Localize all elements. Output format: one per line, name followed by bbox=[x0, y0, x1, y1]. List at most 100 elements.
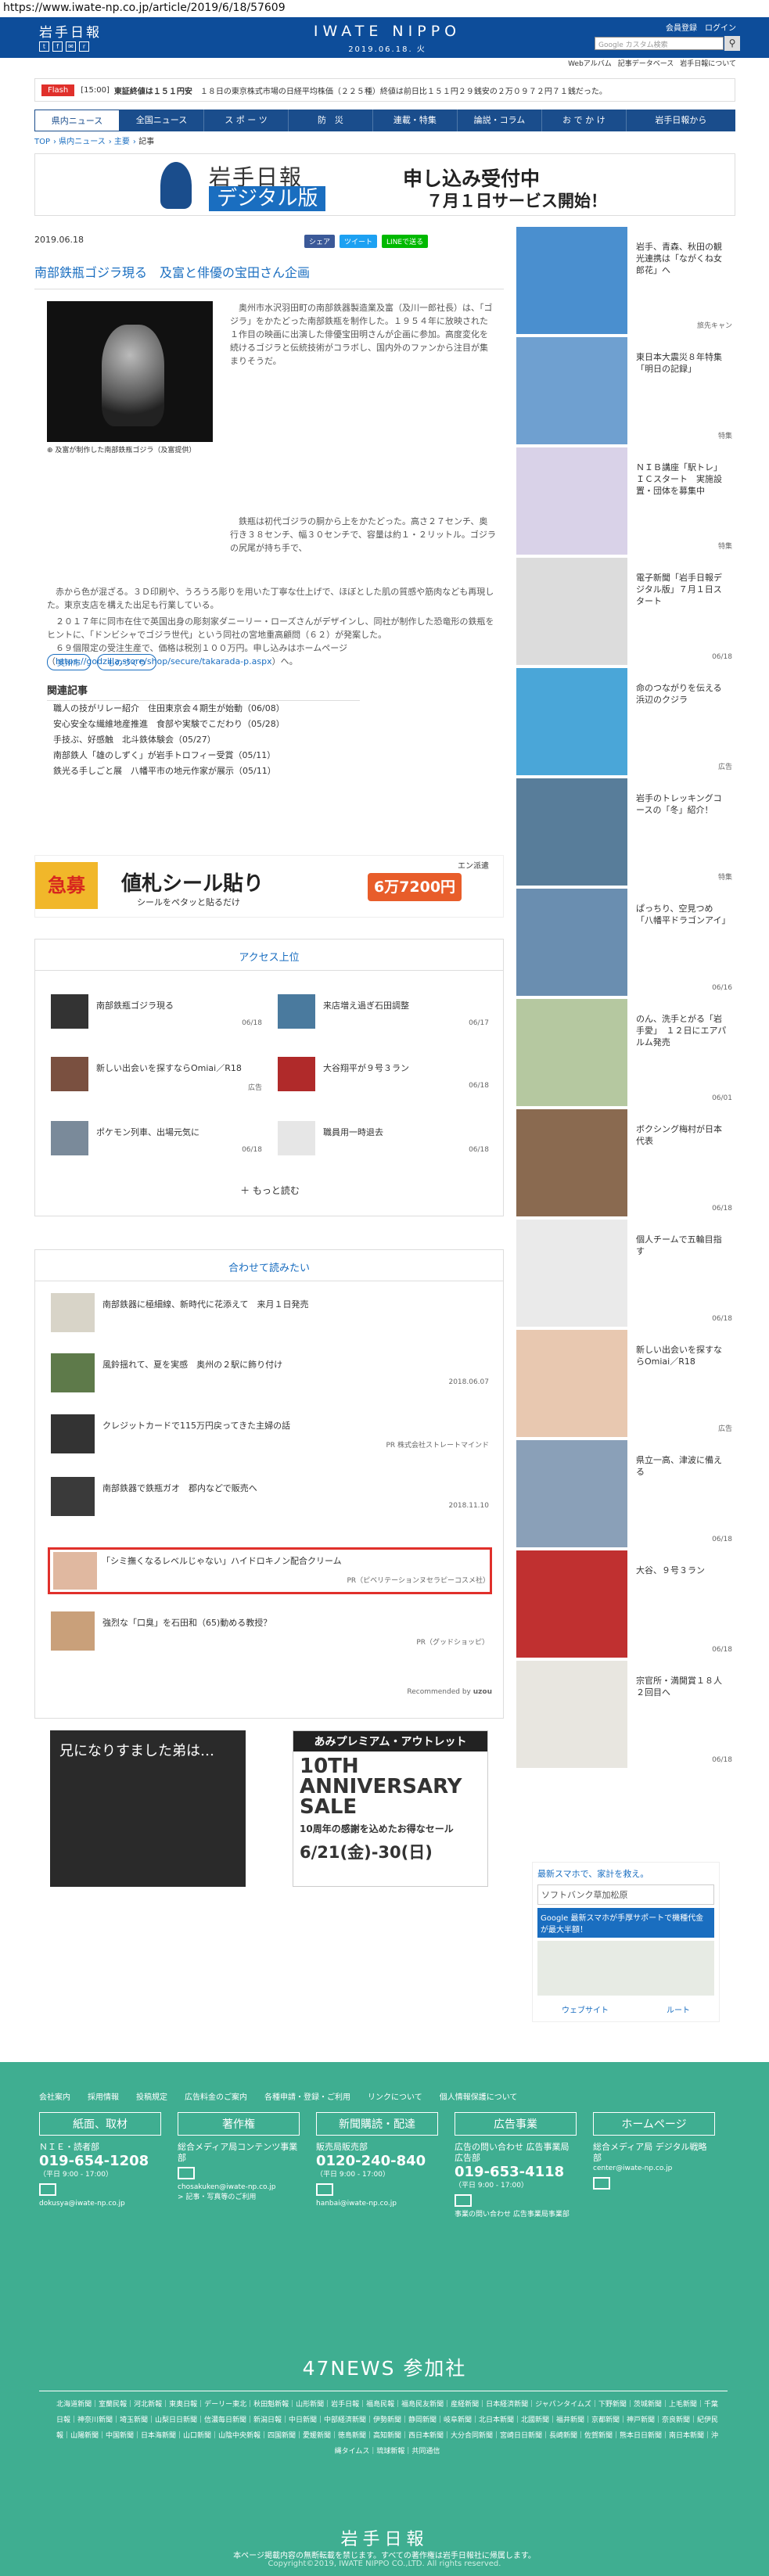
highlighted-recommend-item[interactable]: 「シミ撫くなるレベルじゃない」ハイドロキノン配合クリーム PR（ピベリテーションヌ… bbox=[48, 1547, 492, 1594]
sidebar-item[interactable]: 大谷、９号３ラン 06/18 bbox=[516, 1550, 735, 1660]
facebook-share-button[interactable]: シェア bbox=[304, 235, 336, 248]
footer-contact-mail[interactable]: chosakuken@iwate-np.co.jp bbox=[178, 2183, 300, 2193]
member-links[interactable]: 会員登録 ログイン bbox=[666, 21, 736, 33]
facebook-icon[interactable]: f bbox=[52, 41, 63, 52]
digital-edition-banner[interactable]: 岩手日報 デジタル版 申し込み受付中 ７月１日サービス開始！ bbox=[34, 153, 735, 216]
sidebar-item[interactable]: ぱっちり、空見つめ「八幡平ドラゴンアイ」 06/16 bbox=[516, 889, 735, 998]
recommend-item[interactable]: 風鈴揺れて、夏を実感 奥州の２駅に飾り付け 2018.06.07 bbox=[51, 1353, 489, 1397]
nav-item[interactable]: 県内ニュース bbox=[34, 110, 120, 131]
footer-logo[interactable]: 岩手日報 bbox=[0, 2525, 769, 2550]
nav-item[interactable]: 連載・特集 bbox=[373, 110, 458, 131]
footer-link[interactable]: 会社案内 bbox=[39, 2090, 70, 2102]
related-link[interactable]: 職人の技がリレー紹介 住田東京会４期生が始動（06/08） bbox=[47, 701, 360, 717]
sidebar-item[interactable]: 命のつながりを伝える浜辺のクジラ 広告 bbox=[516, 668, 735, 778]
thumbnail bbox=[51, 1477, 95, 1516]
sub-link[interactable]: 記事データベース bbox=[618, 58, 674, 68]
sidebar-item[interactable]: のん、洗手とがる「岩手愛」 １２日にエアパルム発売 06/01 bbox=[516, 999, 735, 1108]
more-button[interactable]: ＋ もっと読む bbox=[35, 1184, 505, 1197]
sidebar-item[interactable]: 東日本大震災８年特集「明日の記録」 特集 bbox=[516, 337, 735, 447]
phone-number[interactable]: 019-653-4118 bbox=[455, 2164, 577, 2181]
related-link[interactable]: 南部鉄人「雄のしずく」が岩手トロフィー受賞（05/11） bbox=[47, 748, 360, 763]
ranking-item[interactable]: 大谷翔平が９号３ラン 06/18 bbox=[278, 1057, 489, 1096]
footer-contact-mail[interactable]: hanbai@iwate-np.co.jp bbox=[316, 2199, 438, 2209]
search-input[interactable]: Google カスタム検索 bbox=[595, 37, 724, 50]
search-icon[interactable]: ⚲ bbox=[724, 36, 740, 51]
related-link[interactable]: 手技ぶ、好感触 北斗鉄体験会（05/27） bbox=[47, 732, 360, 748]
site-brand[interactable]: IWATE NIPPO bbox=[297, 23, 477, 40]
sidebar-item[interactable]: 宗官所・満開賞１８人２回目へ 06/18 bbox=[516, 1661, 735, 1770]
article-photo[interactable] bbox=[47, 301, 213, 442]
breadcrumb-item[interactable]: TOP bbox=[34, 138, 50, 146]
ranking-item[interactable]: 来店増え過ぎ石田調整 06/17 bbox=[278, 994, 489, 1033]
nav-item[interactable]: ス ポ ー ツ bbox=[204, 110, 289, 131]
sidebar-item[interactable]: 新しい出会いを探すならOmiai／R18 広告 bbox=[516, 1330, 735, 1439]
website-button[interactable]: ウェブサイト bbox=[562, 2003, 609, 2015]
ranking-item[interactable]: 職員用一時退去 06/18 bbox=[278, 1121, 489, 1160]
line-share-button[interactable]: LINEで送る bbox=[382, 235, 429, 248]
ranking-item[interactable]: 新しい出会いを探すならOmiai／R18 広告 bbox=[51, 1057, 262, 1096]
phone-number[interactable]: 0120-240-840 bbox=[316, 2153, 438, 2170]
footer-contact-mail[interactable]: center@iwate-np.co.jp bbox=[593, 2164, 715, 2174]
recommend-item[interactable]: 南部鉄器に極細線、新時代に花添えて 来月１日発売 bbox=[51, 1293, 489, 1337]
sidebar-item[interactable]: 個人チームで五輪目指す 06/18 bbox=[516, 1220, 735, 1329]
job-ad-banner[interactable]: 急募 値札シール貼り シールをペタッと貼るだけ 6万7200円 エン派遣 bbox=[34, 855, 504, 918]
manga-ad[interactable]: 兄になりすました弟は… bbox=[50, 1730, 246, 1887]
breadcrumb-item[interactable]: 県内ニュース bbox=[59, 138, 106, 146]
related-link[interactable]: 安心安全な繊維地産推進 食部や実験でこだわり（05/28） bbox=[47, 717, 360, 732]
footer-contact-mail[interactable]: dokusya@iwate-np.co.jp bbox=[39, 2199, 161, 2209]
sidebar-item[interactable]: 岩手、青森、秋田の観光連携は「ながくね女郎花」へ 旅先キャン bbox=[516, 227, 735, 336]
sidebar-item[interactable]: 電子新聞「岩手日報デジタル版」７月１日スタート 06/18 bbox=[516, 558, 735, 667]
ranking-item-date: 06/18 bbox=[242, 1146, 262, 1154]
nav-item[interactable]: 防 災 bbox=[289, 110, 373, 131]
mail-icon[interactable] bbox=[593, 2177, 610, 2190]
sidebar-item[interactable]: ボクシング梅村が日本代表 06/18 bbox=[516, 1109, 735, 1219]
sub-link[interactable]: 岩手日報について bbox=[680, 58, 736, 68]
site-logo[interactable]: 岩手日報 bbox=[39, 21, 102, 41]
ranking-item[interactable]: ポケモン列車、出場元気に 06/18 bbox=[51, 1121, 262, 1160]
url-bar[interactable]: https://www.iwate-np.co.jp/article/2019/… bbox=[0, 0, 769, 17]
zoom-icon[interactable]: ⊕ bbox=[47, 447, 55, 454]
footer-link[interactable]: 個人情報保護について bbox=[440, 2090, 518, 2102]
member-papers[interactable]: 北海道新聞｜室蘭民報｜河北新報｜東奥日報｜デーリー東北｜秋田魁新報｜山形新聞｜岩… bbox=[55, 2397, 720, 2459]
flash-news[interactable]: Flash [15:00] 東証終値は１５１円安 １８日の東京株式市場の日経平均… bbox=[34, 78, 735, 102]
nav-item[interactable]: 論説・コラム bbox=[458, 110, 542, 131]
footer-link[interactable]: 広告料金のご案内 bbox=[185, 2090, 247, 2102]
footer-link[interactable]: 各種申請・登録・ご利用 bbox=[264, 2090, 350, 2102]
mail-icon[interactable] bbox=[316, 2183, 333, 2196]
tag-chip[interactable]: 奥州市 bbox=[47, 654, 91, 670]
recommend-item[interactable]: 南部鉄器で鉄瓶ガオ 郡内などで販売へ 2018.11.10 bbox=[51, 1477, 489, 1521]
footer-contact-link[interactable]: > 記事・写真等のご利用 bbox=[178, 2193, 300, 2203]
ranking-item[interactable]: 南部鉄瓶ゴジラ現る 06/18 bbox=[51, 994, 262, 1033]
nav-item[interactable]: 岩手日報から bbox=[627, 110, 735, 131]
mail-icon[interactable] bbox=[455, 2194, 472, 2207]
sidebar-item[interactable]: ＮＩＢ講座「駅トレ」ＩＣスタート 実施設置・団体を募集中 特集 bbox=[516, 447, 735, 557]
breadcrumb-item[interactable]: 主要 bbox=[114, 138, 130, 146]
twitter-share-button[interactable]: ツイート bbox=[340, 235, 378, 248]
recommend-item[interactable]: 強烈な「口臭」を石田和（65)動める教授？ PR（グッドショッピ） bbox=[51, 1611, 489, 1655]
map-ad[interactable]: 最新スマホで、家計を救え。 ソフトバンク草加松原 Google 最新スマホが手厚… bbox=[532, 1862, 720, 2022]
related-link[interactable]: 鉄光る手しごと展 八幡平市の地元作家が展示（05/11） bbox=[47, 763, 360, 779]
outlet-ad[interactable]: あみプレミアム・アウトレット 10TH ANNIVERSARY SALE 10周… bbox=[293, 1730, 488, 1887]
map-ad-store: ソフトバンク草加松原 bbox=[537, 1884, 714, 1905]
nav-item[interactable]: 全国ニュース bbox=[120, 110, 204, 131]
sidebar-item-meta: 特集 bbox=[717, 874, 732, 882]
recommend-item[interactable]: クレジットカードで115万円戻ってきた主婦の話 PR 株式会社ストレートマインド bbox=[51, 1414, 489, 1458]
sub-link[interactable]: Webアルバム bbox=[568, 58, 612, 68]
mail-icon[interactable]: ✉ bbox=[66, 41, 76, 52]
sidebar-item[interactable]: 岩手のトレッキングコースの「冬」紹介！ 特集 bbox=[516, 778, 735, 888]
recommended-by[interactable]: Recommended by uzou bbox=[407, 1688, 492, 1696]
rss-icon[interactable]: r bbox=[79, 41, 89, 52]
footer-link[interactable]: 採用情報 bbox=[88, 2090, 119, 2102]
phone-number[interactable]: 019-654-1208 bbox=[39, 2153, 161, 2170]
mail-icon[interactable] bbox=[178, 2167, 195, 2179]
sidebar-item[interactable]: 県立一高、津波に備える 06/18 bbox=[516, 1440, 735, 1550]
route-button[interactable]: ルート bbox=[667, 2003, 690, 2015]
mail-icon[interactable] bbox=[39, 2183, 56, 2196]
sidebar-thumbnail bbox=[516, 1220, 627, 1327]
twitter-icon[interactable]: t bbox=[39, 41, 49, 52]
tag-chip[interactable]: ものづくり bbox=[97, 654, 156, 670]
footer-link[interactable]: リンクについて bbox=[368, 2090, 422, 2102]
nav-item[interactable]: お で か け bbox=[542, 110, 627, 131]
footer-link[interactable]: 投稿規定 bbox=[136, 2090, 167, 2102]
map-image[interactable] bbox=[537, 1941, 714, 1996]
